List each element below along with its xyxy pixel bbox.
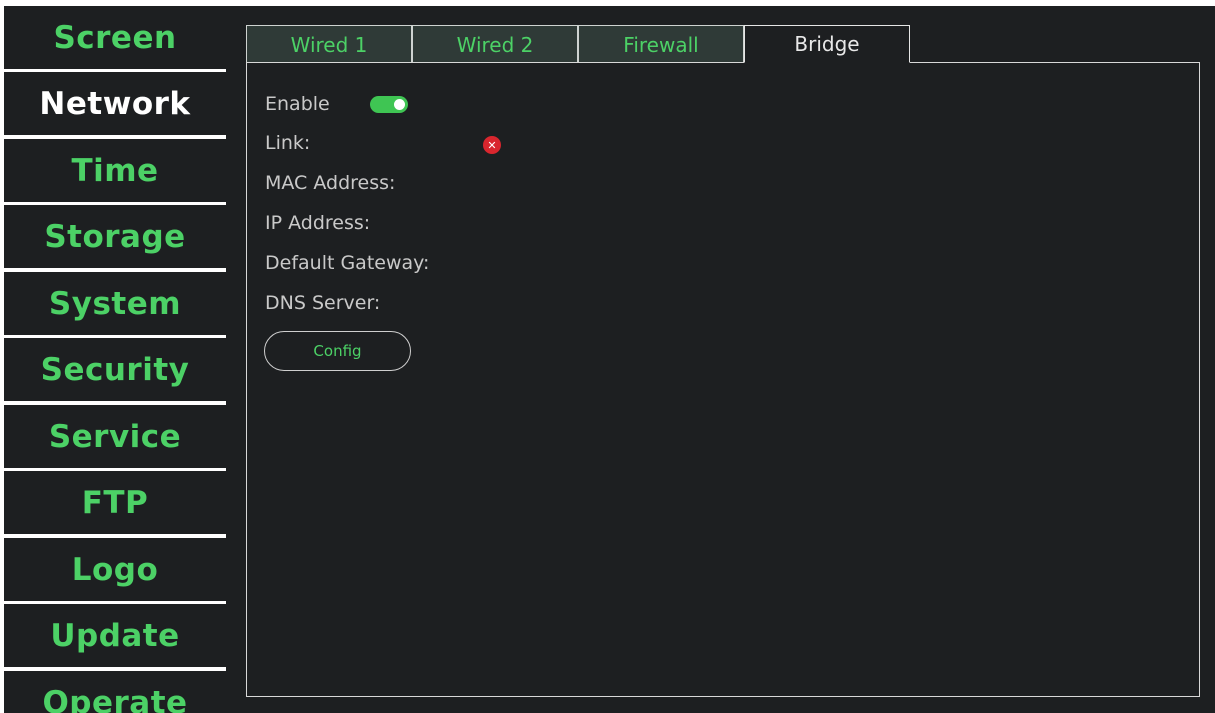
sidebar: Screen Network Time Storage System Secur… xyxy=(0,0,226,713)
tab-firewall[interactable]: Firewall xyxy=(578,25,744,63)
sidebar-item-ftp[interactable]: FTP xyxy=(4,471,226,534)
sidebar-item-update[interactable]: Update xyxy=(4,604,226,667)
tab-bridge[interactable]: Bridge xyxy=(744,25,910,63)
ip-address-label: IP Address: xyxy=(265,212,371,234)
mac-address-label: MAC Address: xyxy=(265,172,396,194)
enable-label: Enable xyxy=(265,93,330,115)
tab-wired-1[interactable]: Wired 1 xyxy=(246,25,412,63)
enable-toggle[interactable] xyxy=(370,96,408,113)
sidebar-item-operate[interactable]: Operate xyxy=(4,671,226,713)
top-strip xyxy=(226,0,1215,6)
toggle-knob xyxy=(394,99,405,110)
config-button[interactable]: Config xyxy=(264,331,411,371)
error-x-icon: ✕ xyxy=(483,136,501,154)
sidebar-item-system[interactable]: System xyxy=(4,272,226,335)
default-gateway-label: Default Gateway: xyxy=(265,252,430,274)
sidebar-item-storage[interactable]: Storage xyxy=(4,205,226,268)
dns-server-label: DNS Server: xyxy=(265,292,381,314)
main-panel: Wired 1 Wired 2 Firewall Bridge Enable L… xyxy=(226,0,1215,713)
link-label: Link: xyxy=(265,132,311,154)
sidebar-item-time[interactable]: Time xyxy=(4,139,226,202)
sidebar-item-security[interactable]: Security xyxy=(4,338,226,401)
sidebar-item-network[interactable]: Network xyxy=(4,72,226,135)
bridge-settings-panel xyxy=(246,62,1200,697)
sidebar-item-logo[interactable]: Logo xyxy=(4,538,226,601)
tab-wired-2[interactable]: Wired 2 xyxy=(412,25,578,63)
sidebar-item-service[interactable]: Service xyxy=(4,405,226,468)
sidebar-item-screen[interactable]: Screen xyxy=(4,6,226,69)
